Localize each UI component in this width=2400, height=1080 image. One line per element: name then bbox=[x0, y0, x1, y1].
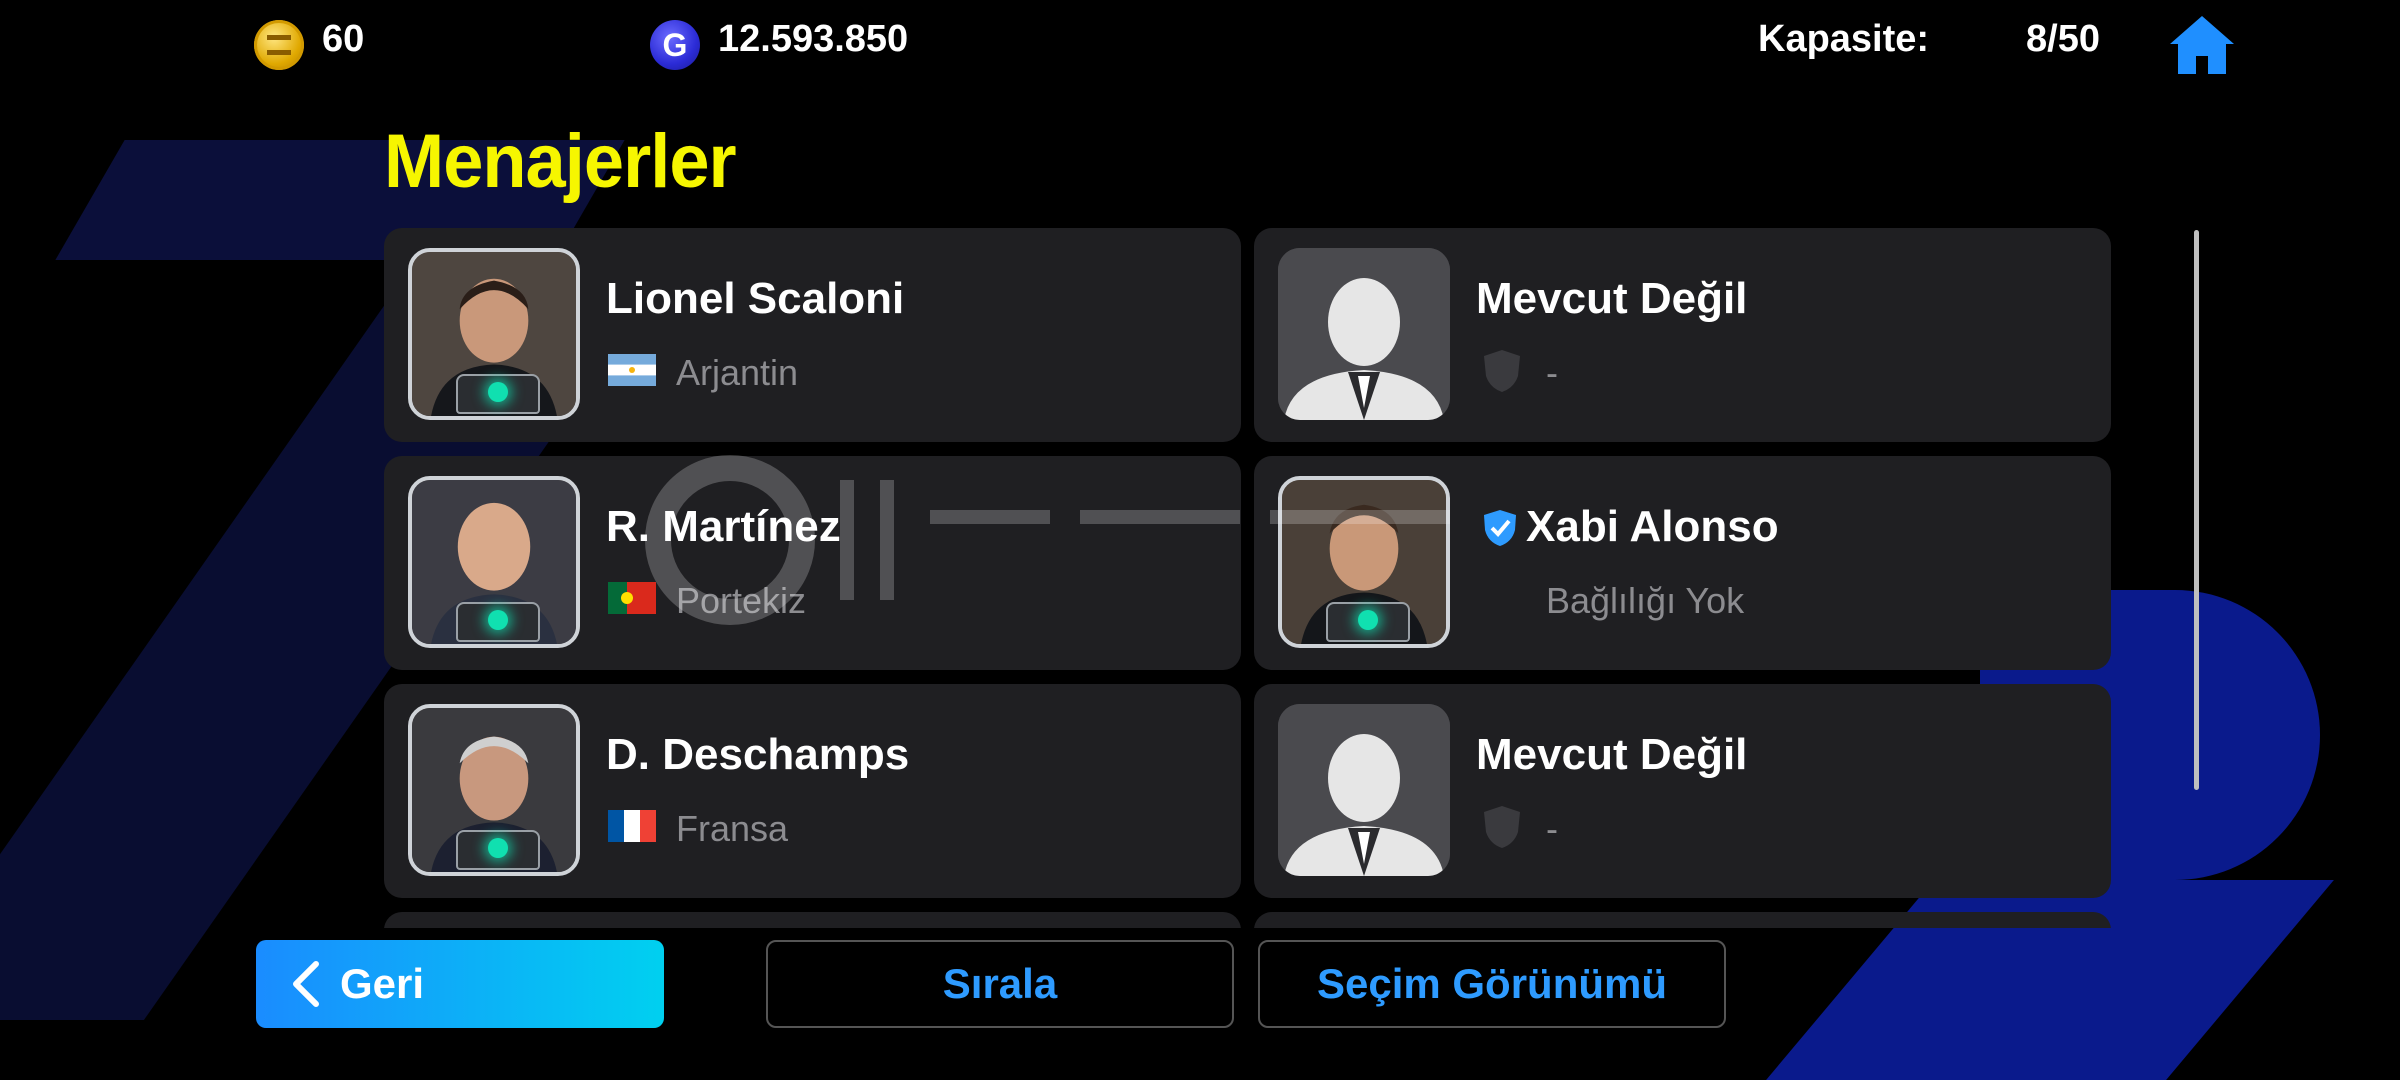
person-silhouette-icon bbox=[1278, 704, 1450, 876]
top-status-bar: 60 G 12.593.850 Kapasite: 8/50 bbox=[0, 0, 2400, 84]
manager-card[interactable] bbox=[384, 912, 1241, 928]
manager-portrait-placeholder bbox=[1278, 704, 1450, 876]
manager-name: D. Deschamps bbox=[606, 730, 910, 779]
manager-portrait bbox=[408, 248, 580, 420]
capacity-label: Kapasite: bbox=[1758, 18, 1930, 60]
team-shield-icon bbox=[1484, 350, 1520, 392]
manager-name: Mevcut Değil bbox=[1476, 730, 1748, 779]
manager-badge-icon bbox=[456, 830, 540, 870]
manager-affiliation: - bbox=[1546, 808, 1558, 849]
back-button-label: Geri bbox=[340, 960, 425, 1007]
verified-check-icon bbox=[1484, 510, 1516, 546]
efootball-coin-icon bbox=[254, 20, 304, 70]
selection-view-button[interactable]: Seçim Görünümü bbox=[1258, 940, 1726, 1028]
team-shield-icon bbox=[1484, 806, 1520, 848]
home-icon[interactable] bbox=[2166, 12, 2238, 78]
manager-card[interactable]: R. Martínez Portekiz bbox=[384, 456, 1241, 670]
coin-balance: 60 bbox=[322, 18, 365, 60]
manager-nationality: Arjantin bbox=[676, 352, 799, 393]
sort-button-label: Sırala bbox=[942, 960, 1058, 1007]
manager-portrait bbox=[1278, 476, 1450, 648]
capacity-value: 8/50 bbox=[2026, 18, 2100, 60]
manager-badge-icon bbox=[1326, 602, 1410, 642]
manager-badge-icon bbox=[456, 602, 540, 642]
page-title: Menajerler bbox=[384, 119, 737, 204]
manager-card[interactable]: Lionel Scaloni Arjantin bbox=[384, 228, 1241, 442]
sort-button[interactable]: Sırala bbox=[766, 940, 1234, 1028]
list-scrollbar[interactable] bbox=[2194, 230, 2199, 790]
manager-name: Lionel Scaloni bbox=[606, 274, 905, 323]
manager-card[interactable] bbox=[1254, 912, 2111, 928]
manager-nationality: Fransa bbox=[676, 808, 789, 849]
manager-name: Xabi Alonso bbox=[1526, 502, 1779, 551]
person-silhouette-icon bbox=[1278, 248, 1450, 420]
gp-icon: G bbox=[650, 20, 700, 70]
manager-badge-icon bbox=[456, 374, 540, 414]
manager-name: R. Martínez bbox=[606, 502, 841, 551]
manager-nationality: Portekiz bbox=[676, 580, 807, 621]
manager-card-empty[interactable]: Mevcut Değil - bbox=[1254, 228, 2111, 442]
back-button[interactable]: Geri bbox=[256, 940, 664, 1028]
chevron-left-icon bbox=[293, 961, 319, 1007]
manager-affiliation: - bbox=[1546, 352, 1558, 393]
manager-name: Mevcut Değil bbox=[1476, 274, 1748, 323]
manager-portrait-placeholder bbox=[1278, 248, 1450, 420]
france-flag-icon bbox=[608, 810, 656, 842]
gp-balance: 12.593.850 bbox=[718, 18, 909, 60]
selection-view-button-label: Seçim Görünümü bbox=[1316, 960, 1668, 1007]
manager-portrait bbox=[408, 704, 580, 876]
manager-card[interactable]: D. Deschamps Fransa bbox=[384, 684, 1241, 898]
portugal-flag-icon bbox=[608, 582, 656, 614]
manager-list: Lionel Scaloni Arjantin Mevcut Değil - R… bbox=[384, 228, 2114, 928]
manager-card-empty[interactable]: Mevcut Değil - bbox=[1254, 684, 2111, 898]
argentina-flag-icon bbox=[608, 354, 656, 386]
manager-card[interactable]: Xabi Alonso Bağlılığı Yok bbox=[1254, 456, 2111, 670]
manager-portrait bbox=[408, 476, 580, 648]
manager-affiliation: Bağlılığı Yok bbox=[1546, 580, 1745, 621]
